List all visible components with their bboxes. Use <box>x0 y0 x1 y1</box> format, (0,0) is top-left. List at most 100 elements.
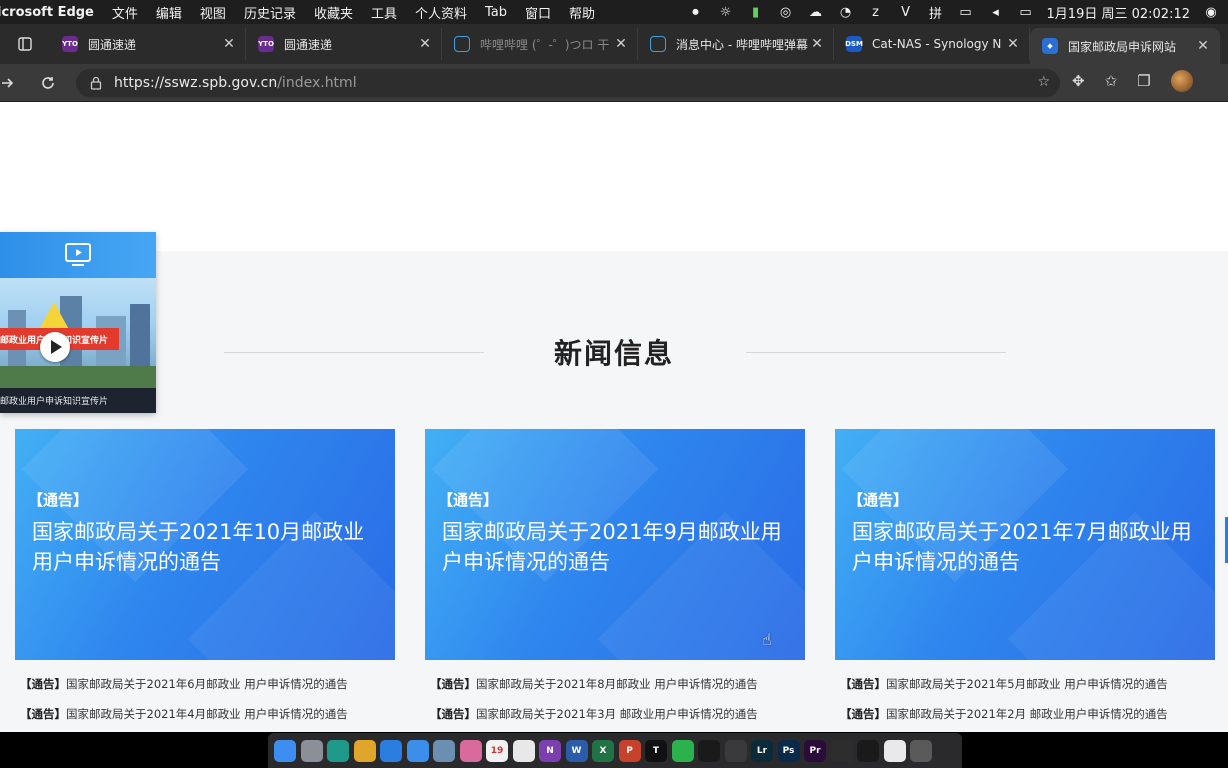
tab-actions-button[interactable] <box>0 24 50 64</box>
card-tag: 【通告】 <box>438 491 499 509</box>
safari-dock-icon[interactable] <box>380 739 402 762</box>
add-favorite-star-icon[interactable]: ☆ <box>1037 74 1050 90</box>
menu-view[interactable]: 视图 <box>200 3 226 22</box>
menu-favorites[interactable]: 收藏夹 <box>314 3 353 22</box>
browser-tab-0[interactable]: YTO 圆通速递 ✕ <box>50 28 246 60</box>
browser-tab-4[interactable]: DSM Cat-NAS - Synology N ✕ <box>834 28 1030 60</box>
news-title[interactable]: 国家邮政局关于2021年4月邮政业 用户申诉情况的通告 <box>66 707 348 721</box>
terminal-dock-icon[interactable] <box>857 739 879 762</box>
news-card[interactable]: 【通告】 国家邮政局关于2021年10月邮政业用户申诉情况的通告 <box>15 429 395 660</box>
speedometer-icon[interactable]: ◔ <box>837 4 855 20</box>
record-icon[interactable]: ⏺ <box>687 4 705 20</box>
sleep-icon[interactable]: z <box>867 4 885 20</box>
news-list-item[interactable]: 【通告】国家邮政局关于2021年5月邮政业 用户申诉情况的通告 <box>840 676 1168 692</box>
tab-close-icon[interactable]: ✕ <box>417 36 433 52</box>
news-title[interactable]: 国家邮政局关于2021年6月邮政业 用户申诉情况的通告 <box>66 677 348 691</box>
card-headline[interactable]: 国家邮政局关于2021年9月邮政业用户申诉情况的通告 <box>442 517 792 577</box>
calendar-dock-icon[interactable]: 19 <box>486 739 508 762</box>
airplay-icon[interactable]: ▭ <box>957 4 975 20</box>
news-title[interactable]: 国家邮政局关于2021年2月 邮政业用户申诉情况的通告 <box>886 707 1168 721</box>
news-list-item[interactable]: 【通告】国家邮政局关于2021年2月 邮政业用户申诉情况的通告 <box>840 706 1168 722</box>
card-headline[interactable]: 国家邮政局关于2021年10月邮政业用户申诉情况的通告 <box>32 517 382 577</box>
card-headline[interactable]: 国家邮政局关于2021年7月邮政业用户申诉情况的通告 <box>852 517 1202 577</box>
refresh-button[interactable] <box>35 70 61 96</box>
thumbnail-building <box>130 304 150 370</box>
word-dock-icon[interactable]: W <box>565 739 588 762</box>
photoshop-dock-icon[interactable]: Ps <box>777 739 800 762</box>
cloud-icon[interactable]: ☁ <box>807 4 825 20</box>
menu-file[interactable]: 文件 <box>112 3 138 22</box>
edge-dock-icon[interactable] <box>327 739 349 762</box>
onenote-dock-icon[interactable]: N <box>539 739 561 762</box>
browser-tab-1[interactable]: YTO 圆通速递 ✕ <box>246 28 442 60</box>
brightness-icon[interactable]: ☼ <box>717 4 735 20</box>
news-list-item[interactable]: 【通告】国家邮政局关于2021年6月邮政业 用户申诉情况的通告 <box>20 676 348 692</box>
menu-profile[interactable]: 个人资料 <box>415 3 467 22</box>
lock-icon[interactable] <box>90 76 102 90</box>
lightroom-dock-icon[interactable]: Lr <box>751 739 773 762</box>
news-list-item[interactable]: 【通告】国家邮政局关于2021年4月邮政业 用户申诉情况的通告 <box>20 706 348 722</box>
activity-monitor-dock-icon[interactable] <box>830 739 853 762</box>
tab-close-icon[interactable]: ✕ <box>1195 38 1211 54</box>
play-button[interactable] <box>40 332 70 362</box>
menu-history[interactable]: 历史记录 <box>244 3 296 22</box>
video-widget-header <box>0 232 156 278</box>
news-card[interactable]: 【通告】 国家邮政局关于2021年9月邮政业用户申诉情况的通告 <box>425 429 805 660</box>
app-menu-name[interactable]: icrosoft Edge <box>0 5 94 20</box>
photos-dock-icon[interactable] <box>459 739 482 762</box>
chrome-dock-icon[interactable] <box>353 739 376 762</box>
powerpoint-dock-icon[interactable]: P <box>618 739 641 762</box>
messages-dock-icon[interactable] <box>406 739 429 762</box>
extensions-icon[interactable]: ✥ <box>1072 72 1085 90</box>
profile-avatar[interactable] <box>1170 70 1193 92</box>
forward-button[interactable] <box>0 70 20 96</box>
news-tag: 【通告】 <box>430 677 476 691</box>
documents-dock-icon[interactable] <box>883 739 906 762</box>
notes-dock-icon[interactable] <box>512 739 535 762</box>
news-title[interactable]: 国家邮政局关于2021年5月邮政业 用户申诉情况的通告 <box>886 677 1168 691</box>
macos-menubar: icrosoft Edge 文件 编辑 视图 历史记录 收藏夹 工具 个人资料 … <box>0 0 1228 24</box>
menu-edit[interactable]: 编辑 <box>156 3 182 22</box>
refresh-icon <box>42 77 54 89</box>
browser-tab-3[interactable]: 消息中心 - 哔哩哔哩弹幕 ✕ <box>638 28 834 60</box>
promo-video-widget[interactable]: 邮政业用户申诉知识宣传片 邮政业用户申诉知识宣传片 <box>0 232 156 413</box>
preview-dock-icon[interactable] <box>433 739 455 762</box>
tab-close-icon[interactable]: ✕ <box>1005 36 1021 52</box>
browser-tab-2[interactable]: 哔哩哔哩 (゜-゜)つロ 干 ✕ <box>442 28 638 60</box>
final-cut-dock-icon[interactable] <box>724 739 747 762</box>
excel-dock-icon[interactable]: X <box>592 739 614 762</box>
news-title[interactable]: 国家邮政局关于2021年8月邮政业 用户申诉情况的通告 <box>476 677 758 691</box>
browser-tab-5-active[interactable]: ◆ 国家邮政局申诉网站 ✕ <box>1030 28 1220 64</box>
menubar-clock[interactable]: 1月19日 周三 02:02:12 <box>1047 3 1190 22</box>
news-card[interactable]: 【通告】 国家邮政局关于2021年7月邮政业用户申诉情况的通告 <box>835 429 1215 660</box>
video-thumbnail[interactable]: 邮政业用户申诉知识宣传片 <box>0 278 156 388</box>
premiere-dock-icon[interactable]: Pr <box>804 739 826 762</box>
tab-close-icon[interactable]: ✕ <box>613 36 629 52</box>
battery-icon[interactable]: ▭ <box>1017 4 1035 20</box>
qq-dock-icon[interactable] <box>698 739 720 762</box>
vpn-icon[interactable]: ◎ <box>777 4 795 20</box>
favorites-icon[interactable]: ✩ <box>1105 72 1118 90</box>
trash-dock-icon[interactable] <box>910 739 932 762</box>
address-bar[interactable]: https://sswz.spb.gov.cn/index.html ☆ <box>76 69 1060 97</box>
tab-close-icon[interactable]: ✕ <box>809 36 825 52</box>
finder-dock-icon[interactable] <box>274 739 296 762</box>
menu-help[interactable]: 帮助 <box>569 3 595 22</box>
siri-icon[interactable]: ◉ <box>1202 4 1220 20</box>
news-title[interactable]: 国家邮政局关于2021年3月 邮政业用户申诉情况的通告 <box>476 707 758 721</box>
volume-icon[interactable]: ◂ <box>987 4 1005 20</box>
typora-dock-icon[interactable]: T <box>645 739 667 762</box>
menu-window[interactable]: 窗口 <box>525 3 551 22</box>
card-tag: 【通告】 <box>848 491 909 509</box>
tab-close-icon[interactable]: ✕ <box>221 36 237 52</box>
menu-tab[interactable]: Tab <box>485 5 507 20</box>
input-method-icon[interactable]: 拼 <box>927 4 945 22</box>
v2-icon[interactable]: V <box>897 4 915 20</box>
news-list-item[interactable]: 【通告】国家邮政局关于2021年8月邮政业 用户申诉情况的通告 <box>430 676 758 692</box>
launchpad-dock-icon[interactable] <box>300 739 323 762</box>
wechat-dock-icon[interactable] <box>671 739 694 762</box>
menu-tools[interactable]: 工具 <box>371 3 397 22</box>
collections-icon[interactable]: ❐ <box>1137 72 1150 90</box>
news-list-item[interactable]: 【通告】国家邮政局关于2021年3月 邮政业用户申诉情况的通告 <box>430 706 758 722</box>
signal-bars-icon[interactable]: ▮ <box>747 4 765 20</box>
